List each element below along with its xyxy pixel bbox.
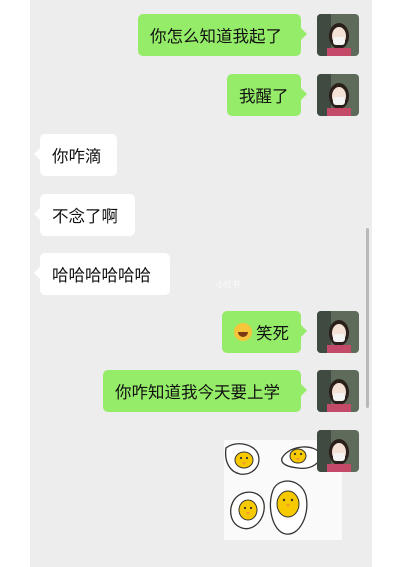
user-avatar[interactable] xyxy=(317,430,359,472)
avatar-photo-icon xyxy=(317,311,359,353)
message-bubble[interactable]: 哈哈哈哈哈哈 xyxy=(34,253,170,295)
avatar-photo-icon xyxy=(317,370,359,412)
message-bubble[interactable]: 你咋滴 xyxy=(34,134,117,176)
message-text: 笑死 xyxy=(256,324,289,343)
message-text: 我醒了 xyxy=(239,87,289,106)
watermark: 小红书 xyxy=(216,280,240,289)
user-avatar[interactable] xyxy=(317,14,359,56)
avatar-photo-icon xyxy=(317,430,359,472)
message-text: 你咋滴 xyxy=(52,147,102,166)
avatar-photo-icon xyxy=(317,74,359,116)
message-bubble[interactable]: 你咋知道我今天要上学 xyxy=(103,370,307,412)
message-bubble[interactable]: 我醒了 xyxy=(227,74,307,116)
message-text: 你怎么知道我起了 xyxy=(150,27,282,46)
scrollbar[interactable] xyxy=(366,228,369,408)
user-avatar[interactable] xyxy=(317,74,359,116)
message-text: 不念了啊 xyxy=(52,207,118,226)
message-text: 哈哈哈哈哈哈 xyxy=(52,266,151,285)
message-text: 你咋知道我今天要上学 xyxy=(115,383,280,402)
message-bubble[interactable]: 不念了啊 xyxy=(34,194,135,236)
message-bubble[interactable]: 你怎么知道我起了 xyxy=(138,14,307,56)
laughing-tears-emoji-icon xyxy=(234,323,252,341)
user-avatar[interactable] xyxy=(317,311,359,353)
message-bubble[interactable]: 笑死 xyxy=(222,311,307,353)
avatar-photo-icon xyxy=(317,14,359,56)
chat-panel: 你怎么知道我起了 我醒了 你咋滴 不念了啊 哈哈哈哈哈哈 小红书 笑死 你咋知道… xyxy=(30,0,372,567)
user-avatar[interactable] xyxy=(317,370,359,412)
